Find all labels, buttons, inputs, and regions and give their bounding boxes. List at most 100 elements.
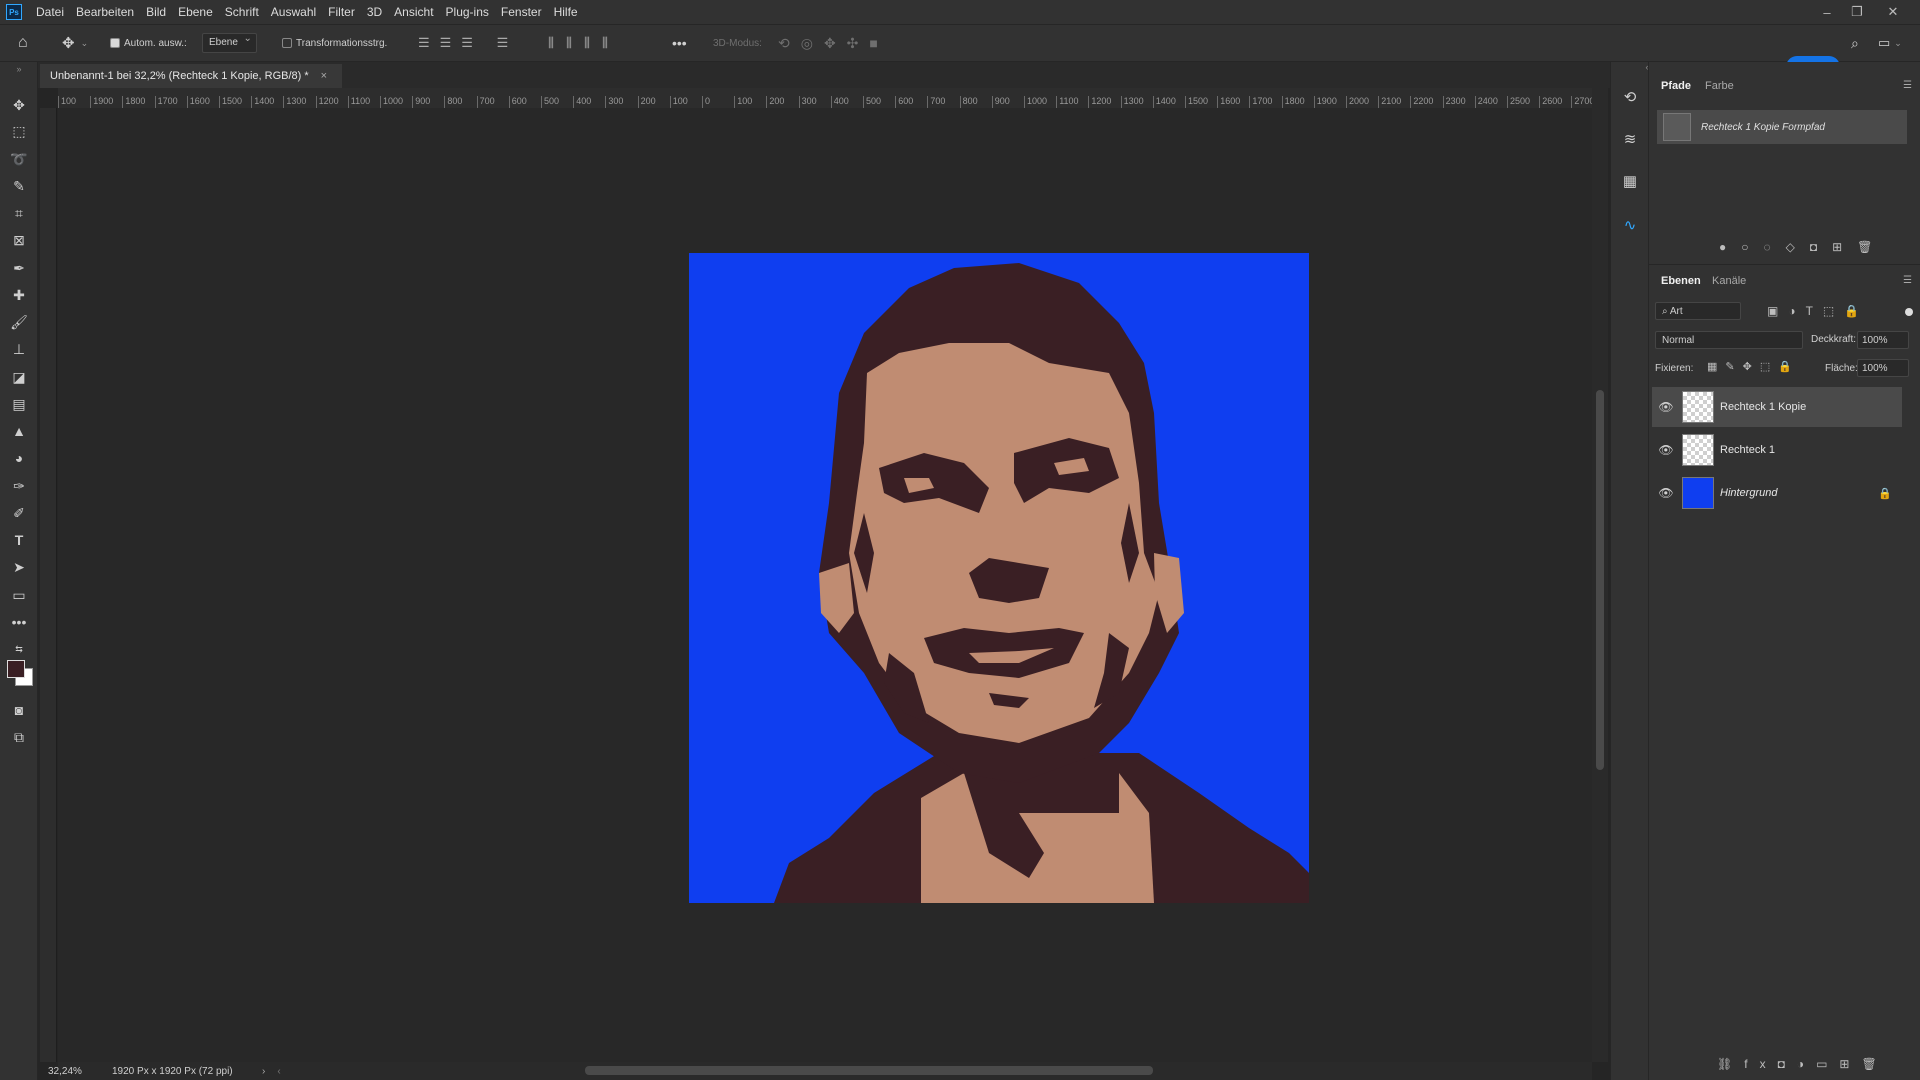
layers-panel-buttons[interactable]: ⛓fx◘◑▭⊞🗑	[1717, 1057, 1889, 1071]
dodge-tool-icon[interactable]: ◕	[6, 447, 32, 469]
minimize-icon[interactable]: –	[1812, 0, 1842, 24]
brush-tool-icon[interactable]: 🖌	[6, 311, 32, 333]
document-tab[interactable]: Unbenannt-1 bei 32,2% (Rechteck 1 Kopie,…	[40, 64, 342, 88]
ruler-tick-label: 1100	[1056, 96, 1079, 108]
artwork-image[interactable]	[689, 253, 1309, 903]
ruler-tick-label: 900	[991, 96, 1010, 108]
close-window-icon[interactable]: ✕	[1878, 0, 1908, 24]
tab-ebenen[interactable]: Ebenen	[1661, 275, 1701, 287]
menu-ansicht[interactable]: Ansicht	[388, 0, 439, 24]
layer-row[interactable]: 👁 Rechteck 1 Kopie	[1652, 387, 1902, 427]
visibility-eye-icon[interactable]: 👁	[1652, 443, 1680, 457]
menu-hilfe[interactable]: Hilfe	[548, 0, 584, 24]
auto-select-checkbox[interactable]: Autom. ausw.:	[110, 25, 187, 61]
blur-tool-icon[interactable]: ▲	[6, 420, 32, 442]
ruler-tick-label: 1600	[1217, 96, 1240, 108]
stamp-tool-icon[interactable]: ⊥	[6, 338, 32, 360]
lasso-tool-icon[interactable]: ➰	[6, 148, 32, 170]
pen-tool-icon[interactable]: ✑	[6, 475, 32, 497]
more-options-icon[interactable]: •••	[672, 25, 687, 61]
ruler-tick-label: 1300	[283, 96, 306, 108]
ruler-tick-label: 100	[734, 96, 752, 108]
vertical-scroll-thumb[interactable]	[1596, 390, 1604, 770]
move-tool-preset-icon[interactable]: ✥ ⌄	[62, 25, 88, 61]
filter-toggle-icon[interactable]	[1905, 308, 1913, 316]
quick-mask-icon[interactable]: ◙	[6, 699, 32, 721]
lock-icon[interactable]: 🔒	[1878, 487, 1892, 500]
menu-ebene[interactable]: Ebene	[172, 0, 219, 24]
menu-bild[interactable]: Bild	[140, 0, 172, 24]
ruler-tick-label: 1500	[1185, 96, 1208, 108]
opacity-field[interactable]: 100%	[1857, 331, 1909, 349]
menu-bar: Ps Datei Bearbeiten Bild Ebene Schrift A…	[0, 0, 1920, 24]
ruler-tick-label: 500	[541, 96, 559, 108]
document-tab-title: Unbenannt-1 bei 32,2% (Rechteck 1 Kopie,…	[50, 70, 309, 82]
horizontal-scroll-thumb[interactable]	[585, 1066, 1153, 1075]
zoom-level[interactable]: 32,24%	[40, 1066, 100, 1077]
status-expand-icon[interactable]: ›	[262, 1066, 265, 1077]
type-tool-icon[interactable]: T	[6, 529, 32, 551]
menu-fenster[interactable]: Fenster	[495, 0, 548, 24]
visibility-eye-icon[interactable]: 👁	[1652, 486, 1680, 500]
workspace-icon[interactable]: ▭ ⌄	[1878, 25, 1902, 61]
layers-panel-menu-icon[interactable]: ☰	[1903, 275, 1912, 286]
panel-icon-strip: « ⟲ ≋ ▦ ∿	[1610, 62, 1651, 1080]
menu-bearbeiten[interactable]: Bearbeiten	[70, 0, 140, 24]
transform-controls-checkbox[interactable]: Transformationsstrg.	[282, 25, 387, 61]
freeform-pen-tool-icon[interactable]: ✐	[6, 502, 32, 524]
eyedropper-tool-icon[interactable]: ✒	[6, 257, 32, 279]
move-tool-icon[interactable]: ✥	[6, 94, 32, 116]
panel-menu-icon[interactable]: ☰	[1903, 80, 1912, 91]
distribute-buttons-group[interactable]: ⫼⫼⫼⫼	[548, 25, 620, 61]
history-icon[interactable]: ⟲	[1619, 86, 1641, 108]
tab-pfade[interactable]: Pfade	[1661, 80, 1691, 92]
auto-select-target-dropdown[interactable]: Ebene	[202, 25, 257, 61]
swap-colors-icon[interactable]: ⇆	[6, 638, 32, 660]
path-selection-tool-icon[interactable]: ➤	[6, 556, 32, 578]
quick-selection-tool-icon[interactable]: ✎	[6, 175, 32, 197]
foreground-color-swatch[interactable]	[7, 660, 25, 678]
layers-stack-icon[interactable]: ≋	[1619, 128, 1641, 150]
restore-icon[interactable]: ❐	[1842, 0, 1872, 24]
ruler-tick-label: 600	[508, 96, 527, 108]
crop-tool-icon[interactable]: ⌗	[6, 202, 32, 224]
visibility-eye-icon[interactable]: 👁	[1652, 400, 1680, 414]
eraser-tool-icon[interactable]: ◪	[6, 366, 32, 388]
scroll-left-icon[interactable]: ‹	[277, 1066, 280, 1077]
menu-filter[interactable]: Filter	[322, 0, 361, 24]
menu-plugins[interactable]: Plug-ins	[440, 0, 495, 24]
menu-auswahl[interactable]: Auswahl	[265, 0, 322, 24]
ruler-tick-label: 1000	[1024, 96, 1047, 108]
layer-filter-buttons[interactable]: ▣◑T⬚🔒	[1767, 304, 1869, 318]
paths-panel-buttons[interactable]: ●○◌◇◘⊞🗑	[1719, 240, 1887, 254]
frame-tool-icon[interactable]: ⊠	[6, 229, 32, 251]
align-buttons-group[interactable]: ☰☰☰ ☰	[418, 25, 518, 61]
layer-name: Rechteck 1	[1720, 444, 1776, 456]
home-icon[interactable]: ⌂	[18, 25, 28, 61]
fill-field[interactable]: 100%	[1857, 359, 1909, 377]
layer-row[interactable]: 👁 Hintergrund 🔒	[1652, 473, 1902, 513]
tab-kanaele[interactable]: Kanäle	[1712, 275, 1746, 287]
rectangle-tool-icon[interactable]: ▭	[6, 584, 32, 606]
menu-datei[interactable]: Datei	[30, 0, 70, 24]
ruler-tick-label: 400	[573, 96, 591, 108]
lock-buttons[interactable]: ▦✎✥⬚🔒	[1707, 360, 1800, 373]
search-icon[interactable]: ⌕	[1851, 25, 1859, 61]
curves-icon[interactable]: ∿	[1619, 214, 1641, 236]
screen-mode-icon[interactable]: ⧉	[6, 726, 32, 748]
libraries-icon[interactable]: ▦	[1619, 170, 1641, 192]
healing-brush-tool-icon[interactable]: ✚	[6, 284, 32, 306]
blend-mode-dropdown[interactable]: Normal	[1655, 331, 1803, 349]
menu-3d[interactable]: 3D	[361, 0, 388, 24]
menu-schrift[interactable]: Schrift	[219, 0, 265, 24]
layer-row[interactable]: 👁 Rechteck 1	[1652, 430, 1902, 470]
photoshop-logo: Ps	[6, 4, 22, 20]
gradient-tool-icon[interactable]: ▤	[6, 393, 32, 415]
more-tools-icon[interactable]: •••	[6, 611, 32, 633]
collapse-tools-icon[interactable]: »	[6, 64, 32, 74]
close-tab-icon[interactable]: ×	[321, 70, 327, 82]
marquee-tool-icon[interactable]: ⬚	[6, 120, 32, 142]
tab-farbe[interactable]: Farbe	[1705, 80, 1734, 92]
layer-filter-dropdown[interactable]: ⌕ Art	[1655, 302, 1741, 320]
path-item[interactable]: Rechteck 1 Kopie Formpfad	[1657, 110, 1907, 144]
